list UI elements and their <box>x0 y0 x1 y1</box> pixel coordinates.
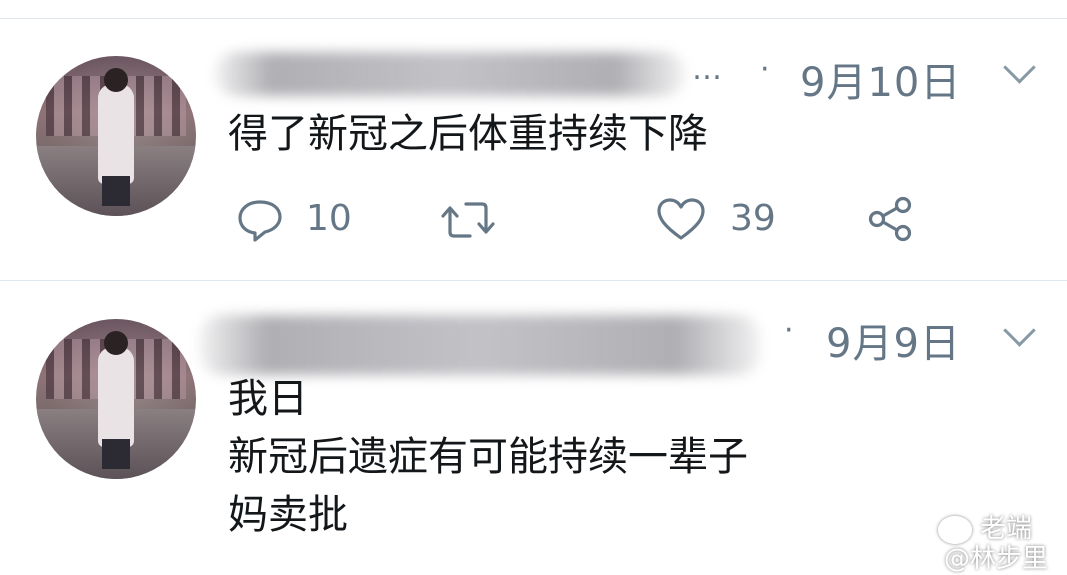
separator-dot: · <box>760 52 770 87</box>
share-icon[interactable] <box>866 194 916 244</box>
avatar[interactable] <box>36 56 196 216</box>
tweet-text-line: 新冠后遗症有可能持续一辈子 <box>228 434 748 480</box>
retweet-icon[interactable] <box>440 196 496 244</box>
like-count: 39 <box>730 198 776 239</box>
ellipsis: … <box>692 52 722 87</box>
tweet-1[interactable]: … · 9月10日 得了新冠之后体重持续下降 10 39 <box>0 0 1067 280</box>
tweet-date[interactable]: 9月10日 <box>800 50 961 108</box>
avatar[interactable] <box>36 319 196 479</box>
reply-icon[interactable] <box>236 196 284 244</box>
separator-dot: · <box>784 313 794 348</box>
redacted-username <box>200 315 760 375</box>
chevron-down-icon[interactable] <box>1003 51 1036 84</box>
chevron-down-icon[interactable] <box>1003 314 1036 347</box>
tweet-text-line: 得了新冠之后体重持续下降 <box>228 111 708 157</box>
tweet-date[interactable]: 9月9日 <box>826 311 961 369</box>
redacted-username <box>215 52 685 96</box>
tweet-text-line: 妈卖批 <box>228 492 348 538</box>
heart-icon[interactable] <box>656 196 706 244</box>
reply-count: 10 <box>306 198 352 239</box>
tweet-text-line: 我日 <box>228 376 308 422</box>
watermark-line2: @林步里 <box>944 544 1049 574</box>
tweet-2[interactable]: · 9月9日 我日 新冠后遗症有可能持续一辈子 妈卖批 <box>0 281 1067 575</box>
